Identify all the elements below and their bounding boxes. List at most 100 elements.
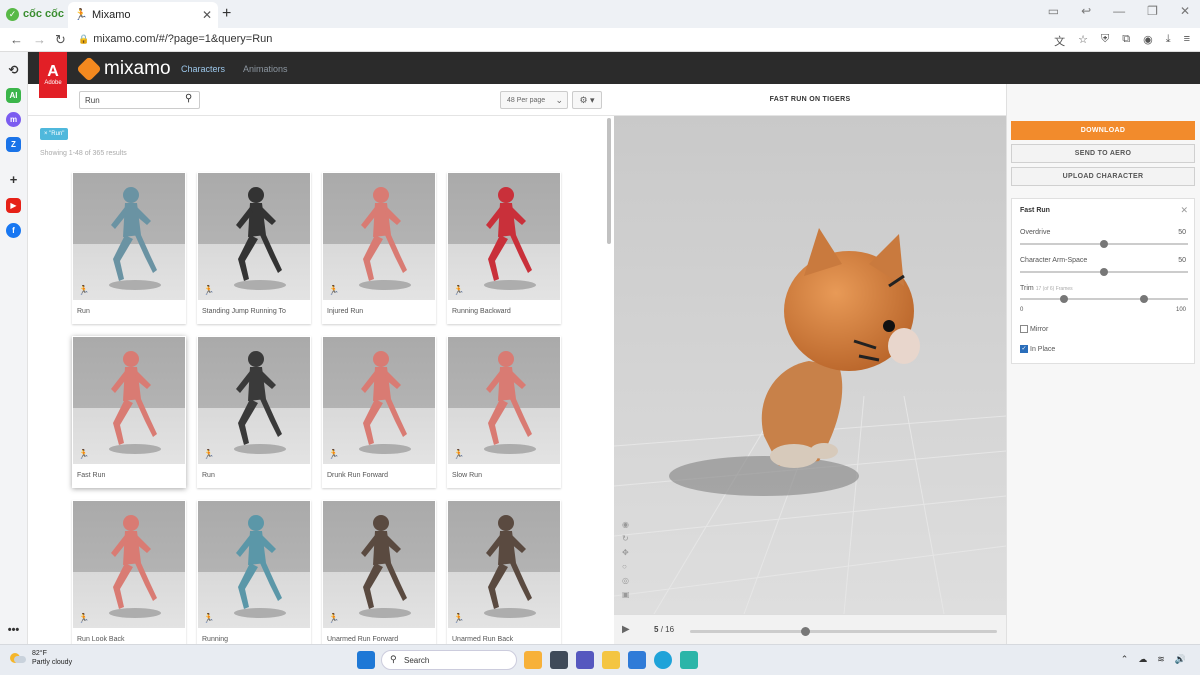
nav-characters[interactable]: Characters xyxy=(181,64,225,74)
in-place-checkbox-row[interactable]: ✓ In Place xyxy=(1020,345,1055,353)
close-window-icon[interactable]: ✕ xyxy=(1180,4,1190,18)
library-scrollbar[interactable] xyxy=(606,116,612,644)
youtube-icon[interactable]: ▶ xyxy=(6,198,21,213)
animation-thumbnail: 🏃 xyxy=(198,501,310,628)
animation-card-label: Run Look Back xyxy=(77,636,125,643)
rotate-icon[interactable]: ↻ xyxy=(622,534,630,543)
upload-character-button[interactable]: UPLOAD CHARACTER xyxy=(1011,167,1195,186)
tab-mixamo[interactable]: 🏃 Mixamo ✕ xyxy=(68,2,218,28)
trim-end-handle[interactable] xyxy=(1140,295,1148,303)
animation-card[interactable]: 🏃 Run xyxy=(72,172,186,324)
forward-icon[interactable]: → xyxy=(33,32,46,47)
ai-icon[interactable]: AI xyxy=(6,88,21,103)
facebook-icon[interactable]: f xyxy=(6,223,21,238)
edge-icon[interactable] xyxy=(654,651,672,669)
search-icon[interactable]: ⚲ xyxy=(185,93,192,104)
animation-card[interactable]: 🏃 Running xyxy=(197,500,311,652)
adobe-logo[interactable]: A Adobe xyxy=(39,52,67,98)
more-icon[interactable]: ••• xyxy=(6,622,21,637)
reset-view-icon[interactable]: ◎ xyxy=(622,576,630,585)
overdrive-handle[interactable] xyxy=(1100,240,1108,248)
store-icon[interactable] xyxy=(628,651,646,669)
animation-thumbnail: 🏃 xyxy=(198,173,310,300)
new-tab-button[interactable]: + xyxy=(222,5,231,23)
play-icon[interactable]: ▶ xyxy=(622,624,630,635)
send-to-aero-button[interactable]: SEND TO AERO xyxy=(1011,144,1195,163)
camera-icon[interactable]: ◉ xyxy=(622,520,630,529)
per-page-select[interactable]: 48 Per page ⌄ xyxy=(500,91,568,109)
mirror-checkbox-row[interactable]: Mirror xyxy=(1020,325,1048,333)
scrollbar-thumb[interactable] xyxy=(607,118,611,244)
window-back-icon[interactable]: ↩ xyxy=(1081,4,1091,18)
3d-viewport[interactable]: ◉ ↻ ✥ ○ ◎ ▣ xyxy=(614,116,1006,614)
animation-card[interactable]: 🏃 Drunk Run Forward xyxy=(322,336,436,488)
trim-slider[interactable] xyxy=(1020,295,1188,303)
mixamo-logo[interactable]: mixamo xyxy=(76,56,171,82)
volume-icon[interactable]: 🔊 xyxy=(1175,654,1186,665)
animation-card[interactable]: 🏃 Run xyxy=(197,336,311,488)
trim-start-handle[interactable] xyxy=(1060,295,1068,303)
menu-icon[interactable]: ≡ xyxy=(1184,33,1190,49)
partly-cloudy-icon xyxy=(10,651,26,665)
animation-card[interactable]: 🏃 Run Look Back xyxy=(72,500,186,652)
arm-space-slider[interactable] xyxy=(1020,268,1188,276)
animation-card[interactable]: 🏃 Slow Run xyxy=(447,336,561,488)
back-icon[interactable]: ← xyxy=(10,32,23,47)
shield-icon[interactable]: ⛨ xyxy=(1101,33,1109,49)
coccoc-app-icon[interactable] xyxy=(524,651,542,669)
animation-card[interactable]: 🏃 Unarmed Run Forward xyxy=(322,500,436,652)
messenger-icon[interactable]: m xyxy=(6,112,21,127)
translate-icon[interactable]: 文 xyxy=(1054,33,1065,49)
app-m-icon[interactable] xyxy=(680,651,698,669)
record-icon[interactable]: ▣ xyxy=(622,590,630,599)
extensions-icon[interactable]: ⧉ xyxy=(1122,33,1130,49)
url-field[interactable]: 🔒 mixamo.com/#/?page=1&query=Run xyxy=(78,33,272,45)
minimize-icon[interactable]: — xyxy=(1113,4,1125,18)
wifi-icon[interactable]: ≋ xyxy=(1157,654,1165,665)
profile-icon[interactable]: ◉ xyxy=(1143,33,1153,49)
history-icon[interactable]: ⟲ xyxy=(6,62,21,77)
animation-card[interactable]: 🏃 Standing Jump Running To xyxy=(197,172,311,324)
bookmark-star-icon[interactable]: ☆ xyxy=(1078,33,1088,49)
mirror-checkbox[interactable] xyxy=(1020,325,1028,333)
file-explorer-icon[interactable] xyxy=(602,651,620,669)
chevron-up-icon[interactable]: ⌃ xyxy=(1121,654,1129,665)
browser-brand[interactable]: ✓ cốc cốc xyxy=(6,6,64,22)
pan-icon[interactable]: ✥ xyxy=(622,548,630,557)
in-place-checkbox[interactable]: ✓ xyxy=(1020,345,1028,353)
weather-widget[interactable]: 82°F Partly cloudy xyxy=(10,649,72,667)
taskbar-search[interactable]: ⚲ Search xyxy=(381,650,517,670)
settings-dropdown-button[interactable]: ⚙ ▾ xyxy=(572,91,602,109)
filter-chip[interactable]: × "Run" xyxy=(40,128,69,140)
animation-card[interactable]: 🏃 Injured Run xyxy=(322,172,436,324)
timeline-handle[interactable] xyxy=(801,627,810,636)
close-icon[interactable]: ✕ xyxy=(1180,205,1188,216)
animation-card[interactable]: 🏃 Fast Run xyxy=(72,336,186,488)
mixamo-header: A Adobe mixamo Characters Animations xyxy=(28,52,1200,98)
reload-icon[interactable]: ↻ xyxy=(55,32,66,48)
nav-animations[interactable]: Animations xyxy=(243,64,288,74)
window-extra-icon[interactable]: ▭ xyxy=(1048,4,1059,18)
animation-thumbnail: 🏃 xyxy=(323,501,435,628)
cloud-icon[interactable]: ☁ xyxy=(1138,654,1147,665)
search-input[interactable]: Run xyxy=(79,91,200,109)
animation-card-label: Standing Jump Running To xyxy=(202,308,286,315)
zalo-icon[interactable]: Z xyxy=(6,137,21,152)
maximize-icon[interactable]: ❐ xyxy=(1147,4,1158,18)
zoom-icon[interactable]: ○ xyxy=(622,562,630,571)
task-view-icon[interactable] xyxy=(550,651,568,669)
download-icon[interactable]: ⤓ xyxy=(1166,33,1171,49)
adobe-label: Adobe xyxy=(44,80,62,86)
overdrive-slider[interactable] xyxy=(1020,240,1188,248)
animation-card[interactable]: 🏃 Unarmed Run Back xyxy=(447,500,561,652)
tab-close-icon[interactable]: ✕ xyxy=(202,8,212,22)
viewport-tools: ◉ ↻ ✥ ○ ◎ ▣ xyxy=(622,520,630,599)
arm-space-value: 50 xyxy=(1178,257,1186,264)
add-sidebar-icon[interactable]: + xyxy=(6,172,21,187)
timeline-slider[interactable] xyxy=(690,627,997,636)
animation-card[interactable]: 🏃 Running Backward xyxy=(447,172,561,324)
teams-icon[interactable] xyxy=(576,651,594,669)
arm-space-handle[interactable] xyxy=(1100,268,1108,276)
download-button[interactable]: DOWNLOAD xyxy=(1011,121,1195,140)
start-icon[interactable] xyxy=(357,651,375,669)
